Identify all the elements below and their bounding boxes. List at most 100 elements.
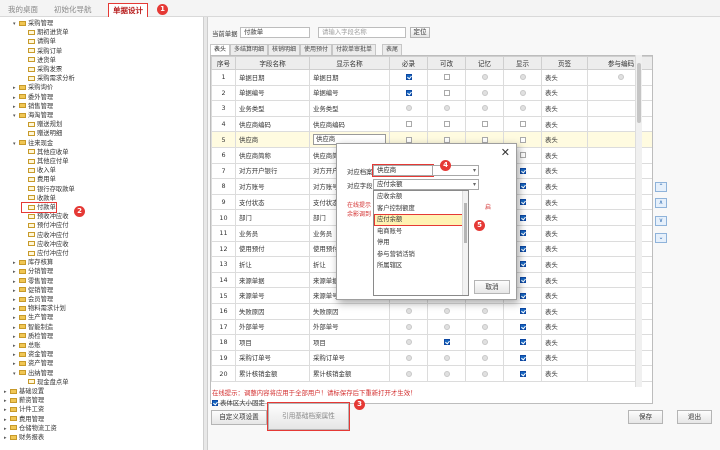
save-button[interactable]: 保存 [628,410,663,424]
field-search-input[interactable]: 请输入字段名称 [318,27,406,38]
show-checkbox[interactable] [519,121,526,128]
display-name-cell[interactable]: 累计核销金额 [309,365,390,382]
memory-cell[interactable] [465,100,504,117]
coding-cell[interactable] [587,178,652,195]
display-name-cell[interactable]: 业务类型 [309,100,390,117]
coding-cell[interactable] [587,162,652,180]
editable-cell[interactable] [427,334,466,351]
coding-cell[interactable] [587,209,652,226]
tree-node[interactable]: 采购需求分析 [22,74,75,83]
show-checkbox[interactable] [519,152,526,159]
display-name-cell[interactable]: 单据编号 [309,84,390,102]
tree-node[interactable]: 预付冲应付 [22,221,68,230]
subtab-use-prepay[interactable]: 使用预付 [300,44,333,55]
cancel-button[interactable]: 取消 [474,280,510,294]
tab-cell[interactable]: 表头 [541,302,588,320]
display-name-cell[interactable]: 供应商编码 [309,115,390,133]
show-cell[interactable] [503,100,542,117]
tree-node[interactable]: 预收冲应收 [22,212,68,221]
show-checkbox[interactable] [519,245,526,252]
subtab-multi-settlement[interactable]: 多结算明细 [230,44,269,55]
subtab-footer[interactable]: 表尾 [382,44,403,55]
field-option[interactable]: 停用 [374,237,468,249]
tab-cell[interactable]: 表头 [541,209,588,226]
tab-cell[interactable]: 表头 [541,287,588,304]
tree-node[interactable]: 银行存取款单 [22,185,75,194]
tree-node[interactable]: 应付冲应付 [22,249,68,258]
editable-cell[interactable] [427,84,466,102]
show-cell[interactable] [503,334,542,351]
tree-node[interactable]: 收入单 [22,166,56,175]
required-cell[interactable] [389,115,428,133]
tree-node[interactable]: ▸ 财务报表 [4,433,44,442]
coding-cell[interactable] [587,115,652,133]
tree-node[interactable]: ▸ 零售管理 [13,277,53,286]
tree-node[interactable]: 费用单 [22,175,56,184]
required-cell[interactable] [389,69,428,86]
tree-node[interactable]: 进货单 [22,56,56,65]
tree-node[interactable]: 付款单 [21,202,57,213]
coding-cell[interactable] [587,349,652,367]
tab-cell[interactable]: 表头 [541,224,588,242]
move-bottom-button[interactable]: ⌄ [655,233,667,243]
tree-node[interactable]: ▸ 委外管理 [13,93,53,102]
table-row[interactable]: 3 业务类型 业务类型 表头 [211,100,652,117]
tab-cell[interactable]: 表头 [541,334,588,351]
required-checkbox[interactable] [405,89,412,96]
tree-node[interactable]: ▾ 海淘管理 [13,111,53,120]
coding-cell[interactable] [587,69,652,86]
show-checkbox[interactable] [519,323,526,330]
memory-cell[interactable] [465,115,504,133]
tab-cell[interactable]: 表头 [541,256,588,273]
table-row[interactable]: 1 单据日期 单据日期 表头 [211,69,652,86]
subtab-payment-approval[interactable]: 付款单审批单 [332,44,377,55]
show-cell[interactable] [503,84,542,102]
memory-cell[interactable] [465,69,504,86]
field-option[interactable]: 应付余额 [374,214,468,226]
tab-init-navigation[interactable]: 初始化导航 [54,4,92,15]
tree-node[interactable]: ▸ 分销管理 [13,267,53,276]
table-row[interactable]: 16 失败原因 失败原因 表头 [211,302,652,320]
memory-checkbox[interactable] [481,121,488,128]
tree-node[interactable]: 其他应付单 [22,157,68,166]
tree-node[interactable]: ▸ 费用管理 [4,415,44,424]
table-row[interactable]: 17 外部单号 外部单号 表头 [211,318,652,336]
coding-cell[interactable] [587,334,652,351]
show-cell[interactable] [503,318,542,336]
tree-node[interactable]: ▸ 物料需求计划 [13,304,66,313]
coding-cell[interactable] [587,193,652,211]
editable-cell[interactable] [427,302,466,320]
tab-cell[interactable]: 表头 [541,131,588,148]
tree-node[interactable]: ▸ 计件工资 [4,405,44,414]
coding-cell[interactable] [587,318,652,336]
editable-cell[interactable] [427,318,466,336]
display-name-cell[interactable]: 单据日期 [309,69,390,86]
required-cell[interactable] [389,318,428,336]
required-cell[interactable] [389,349,428,367]
required-cell[interactable] [389,302,428,320]
memory-cell[interactable] [465,302,504,320]
show-checkbox[interactable] [519,370,526,377]
field-select[interactable]: 应付余额 ▾ [373,179,479,190]
table-scrollbar[interactable] [635,55,642,387]
show-cell[interactable] [503,349,542,367]
options-scroll-thumb[interactable] [464,203,467,243]
tree-node[interactable]: ▸ 薪资管理 [4,396,44,405]
required-cell[interactable] [389,84,428,102]
options-scrollbar[interactable] [462,191,468,295]
tree-node[interactable]: ▸ 智能制造 [13,323,53,332]
required-checkbox[interactable] [405,121,412,128]
coding-cell[interactable] [587,146,652,164]
show-checkbox[interactable] [519,261,526,268]
show-checkbox[interactable] [519,214,526,221]
table-scroll-thumb[interactable] [637,63,641,123]
tab-cell[interactable]: 表头 [541,100,588,117]
subtab-writeoff-detail[interactable]: 核销明细 [268,44,301,55]
show-cell[interactable] [503,365,542,382]
show-checkbox[interactable] [519,354,526,361]
editable-cell[interactable] [427,349,466,367]
required-checkbox[interactable] [405,136,412,143]
table-row[interactable]: 19 采购订单号 采购订单号 表头 [211,349,652,367]
tab-cell[interactable]: 表头 [541,318,588,336]
tree-node[interactable]: ▸ 采购询价 [13,83,53,92]
